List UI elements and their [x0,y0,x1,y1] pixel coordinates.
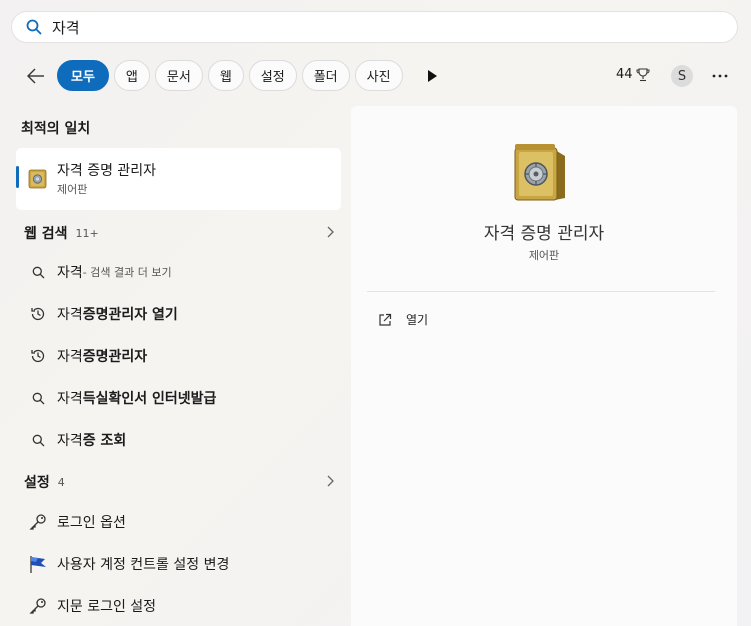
arrow-left-icon [27,68,44,84]
web-search-header[interactable]: 웹 검색 11+ [24,223,334,243]
rewards-points-value: 44 [616,67,633,82]
filter-chips: 모두 앱 문서 웹 설정 폴더 사진 [57,60,403,91]
filter-chip-documents[interactable]: 문서 [154,60,203,91]
web-result-prefix: 자격 [57,349,83,365]
web-result-prefix: 자격 [57,265,83,281]
settings-item-label: 로그인 옵션 [57,515,126,531]
web-result-item[interactable]: 자격 증명관리자 열기 [28,303,338,325]
search-bar[interactable] [11,11,738,43]
settings-item-label: 지문 로그인 설정 [57,599,157,615]
web-result-prefix: 자격 [57,391,83,407]
search-icon [28,392,48,405]
safe-icon [28,169,48,193]
web-result-prefix: 자격 [57,307,83,323]
web-result-item[interactable]: 자격 득실확인서 인터넷발급 [28,387,338,409]
more-options-button[interactable] [710,66,730,86]
settings-count: 4 [57,475,65,489]
filter-chip-settings[interactable]: 설정 [248,60,297,91]
preview-panel: 자격 증명 관리자 제어판 열기 [351,106,737,626]
web-result-bold: 증 조회 [82,433,127,449]
settings-item-label: 사용자 계정 컨트롤 설정 변경 [57,557,230,573]
settings-item[interactable]: 지문 로그인 설정 [28,595,338,617]
settings-header[interactable]: 설정 4 [24,472,334,492]
selection-indicator [16,166,19,188]
search-icon [28,434,48,447]
flag-icon [28,554,48,574]
web-result-prefix: 자격 [57,433,83,449]
ellipsis-icon [712,74,728,78]
settings-label: 설정 [24,475,50,491]
preview-title: 자격 증명 관리자 [483,224,605,244]
web-result-bold: 증명관리자 열기 [82,307,178,323]
web-search-label: 웹 검색 [24,226,68,242]
settings-item[interactable]: 로그인 옵션 [28,511,338,533]
key-icon [28,597,48,615]
web-result-item[interactable]: 자격 - 검색 결과 더 보기 [28,261,338,283]
safe-icon [511,142,567,206]
chevron-right-icon [327,475,334,487]
best-match-item[interactable]: 자격 증명 관리자 제어판 [16,148,341,210]
history-icon [28,306,48,322]
search-input[interactable] [52,18,702,36]
web-result-item[interactable]: 자격 증명관리자 [28,345,338,367]
open-action-label: 열기 [406,313,429,327]
more-filters-button[interactable] [424,68,440,84]
best-match-name: 자격 증명 관리자 [57,163,157,179]
search-icon [28,266,48,279]
web-result-bold: 득실확인서 인터넷발급 [82,391,217,407]
filter-chip-folders[interactable]: 폴더 [301,60,350,91]
key-icon [28,513,48,531]
user-avatar[interactable]: S [671,65,693,87]
filter-chip-photos[interactable]: 사진 [354,60,403,91]
open-action[interactable]: 열기 [378,311,428,328]
history-icon [28,348,48,364]
trophy-icon [636,67,650,81]
filter-chip-web[interactable]: 웹 [207,60,244,91]
web-result-bold: 증명관리자 [82,349,148,365]
web-result-item[interactable]: 자격 증 조회 [28,429,338,451]
back-button[interactable] [24,64,48,88]
web-search-count: 11+ [75,226,99,240]
search-icon [26,19,42,35]
preview-sub: 제어판 [528,249,560,262]
rewards-points[interactable]: 44 [616,67,650,82]
filter-chip-all[interactable]: 모두 [57,60,109,91]
play-icon [428,70,437,82]
best-match-sub: 제어판 [57,183,88,196]
chevron-right-icon [327,226,334,238]
open-external-icon [378,313,392,327]
settings-item[interactable]: 사용자 계정 컨트롤 설정 변경 [28,553,338,575]
filter-chip-apps[interactable]: 앱 [113,60,150,91]
web-result-suffix: - 검색 결과 더 보기 [82,266,172,279]
filter-row: 모두 앱 문서 웹 설정 폴더 사진 44 S [0,60,751,92]
divider [367,291,715,292]
best-match-heading: 최적의 일치 [21,121,91,137]
